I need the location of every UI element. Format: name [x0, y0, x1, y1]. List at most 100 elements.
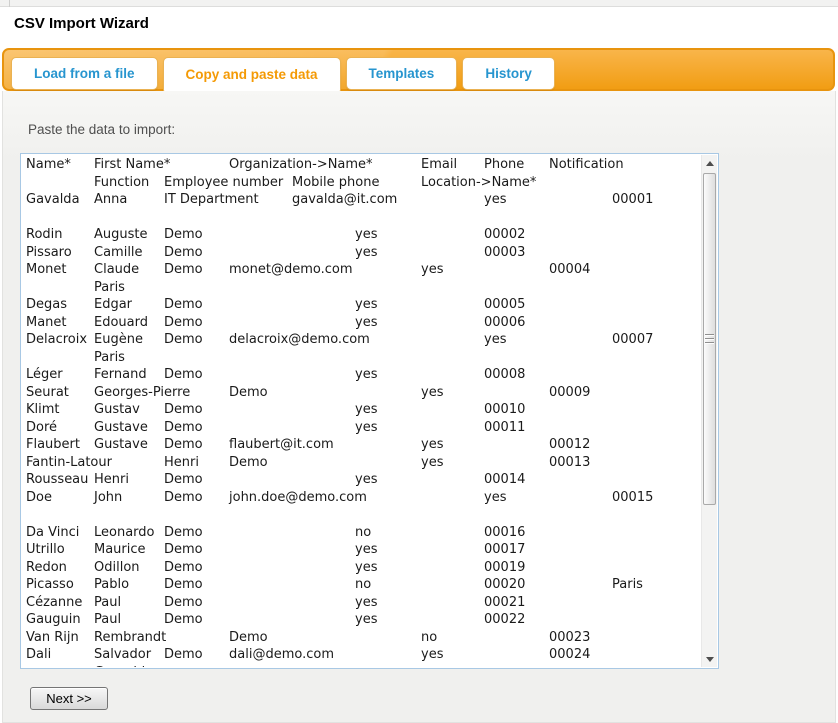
textarea-cell: Delacroix: [26, 332, 87, 347]
textarea-cell: Paul: [94, 595, 121, 610]
textarea-cell: Dali: [26, 647, 51, 662]
textarea-cell: no: [421, 630, 437, 645]
textarea-cell: yes: [421, 455, 443, 470]
textarea-cell: Fantin-Latour: [26, 455, 112, 470]
textarea-cell: yes: [355, 402, 377, 417]
textarea-cell: 00011: [484, 420, 525, 435]
textarea-cell: Manet: [26, 315, 67, 330]
textarea-cell: Notification: [549, 157, 624, 172]
page-title: CSV Import Wizard: [14, 15, 149, 32]
textarea-cell: Gustav: [94, 402, 140, 417]
textarea-cell: First Name*: [94, 157, 170, 172]
top-strip-divider: [9, 0, 10, 7]
textarea-cell: Paris: [94, 350, 125, 365]
textarea-cell: Picasso: [26, 577, 74, 592]
textarea-cell: Anna: [94, 192, 127, 207]
textarea-cell: flaubert@it.com: [229, 437, 334, 452]
triangle-down-icon: [706, 657, 714, 662]
textarea-cell: Gustave: [94, 420, 148, 435]
textarea-cell: yes: [355, 595, 377, 610]
next-button[interactable]: Next >>: [30, 687, 108, 710]
textarea-cell: 00008: [484, 367, 525, 382]
textarea-scrollbar[interactable]: [701, 155, 717, 667]
textarea-cell: Employee number: [164, 175, 283, 190]
scrollbar-thumb[interactable]: [703, 173, 716, 505]
textarea-cell: Organization->Name*: [229, 157, 373, 172]
textarea-cell: yes: [421, 437, 443, 452]
textarea-cell: 00023: [549, 630, 590, 645]
tab-load-from-file[interactable]: Load from a file: [11, 57, 158, 90]
textarea-cell: Demo: [229, 455, 268, 470]
textarea-cell: 00012: [549, 437, 590, 452]
textarea-cell: Paris: [612, 577, 643, 592]
textarea-cell: 00006: [484, 315, 525, 330]
textarea-cell: Demo: [229, 630, 268, 645]
textarea-cell: IT Department: [164, 192, 259, 207]
textarea-cell: Odillon: [94, 560, 140, 575]
textarea-cell: Demo: [164, 262, 203, 277]
textarea-cell: yes: [355, 472, 377, 487]
paste-textarea[interactable]: Name*First Name*Organization->Name*Email…: [20, 153, 719, 669]
textarea-cell: Demo: [164, 402, 203, 417]
textarea-cell: yes: [355, 612, 377, 627]
textarea-cell: Demo: [164, 525, 203, 540]
textarea-cell: 00001: [612, 192, 653, 207]
paste-textarea-content: Name*First Name*Organization->Name*Email…: [22, 155, 700, 667]
textarea-cell: Eugène: [94, 332, 143, 347]
textarea-cell: delacroix@demo.com: [229, 332, 370, 347]
wizard-tab-bar: Load from a file Copy and paste data Tem…: [2, 48, 835, 91]
textarea-cell: Georges-Pierre: [94, 385, 190, 400]
textarea-cell: Flaubert: [26, 437, 80, 452]
textarea-cell: yes: [421, 385, 443, 400]
textarea-cell: Salvador: [94, 647, 151, 662]
scroll-down-button[interactable]: [702, 651, 718, 667]
textarea-cell: Demo: [164, 332, 203, 347]
textarea-cell: yes: [421, 647, 443, 662]
textarea-cell: Demo: [164, 560, 203, 575]
textarea-cell: Rembrandt: [94, 630, 166, 645]
textarea-cell: Demo: [164, 420, 203, 435]
textarea-cell: Name*: [26, 157, 71, 172]
textarea-cell: Location->Name*: [421, 175, 536, 190]
textarea-cell: Mobile phone: [292, 175, 379, 190]
textarea-cell: Demo: [229, 385, 268, 400]
textarea-cell: Function: [94, 175, 149, 190]
textarea-cell: Phone: [484, 157, 524, 172]
textarea-cell: yes: [484, 490, 506, 505]
textarea-cell: 00015: [612, 490, 653, 505]
textarea-cell: Pablo: [94, 577, 129, 592]
tab-copy-and-paste-data[interactable]: Copy and paste data: [163, 57, 341, 92]
textarea-cell: Monet: [26, 262, 67, 277]
textarea-cell: Demo: [164, 577, 203, 592]
textarea-cell: 00014: [484, 472, 525, 487]
textarea-cell: Auguste: [94, 227, 148, 242]
textarea-cell: 00013: [549, 455, 590, 470]
tab-history[interactable]: History: [462, 57, 555, 90]
textarea-cell: Claude: [94, 262, 139, 277]
textarea-cell: 00009: [549, 385, 590, 400]
paste-instruction-label: Paste the data to import:: [28, 122, 175, 137]
top-strip: [0, 0, 838, 7]
tab-templates[interactable]: Templates: [346, 57, 458, 90]
textarea-cell: 00002: [484, 227, 525, 242]
textarea-cell: Demo: [164, 227, 203, 242]
scroll-up-button[interactable]: [702, 155, 718, 171]
textarea-cell: Leonardo: [94, 525, 155, 540]
textarea-cell: Demo: [164, 612, 203, 627]
textarea-cell: Edgar: [94, 297, 132, 312]
textarea-cell: no: [355, 577, 371, 592]
textarea-cell: 00003: [484, 245, 525, 260]
textarea-cell: Gustave: [94, 437, 148, 452]
textarea-cell: 00021: [484, 595, 525, 610]
textarea-cell: Van Rijn: [26, 630, 79, 645]
scrollbar-grip-icon: [705, 334, 714, 344]
textarea-cell: Demo: [164, 595, 203, 610]
textarea-cell: Maurice: [94, 542, 146, 557]
textarea-cell: no: [355, 525, 371, 540]
textarea-cell: Degas: [26, 297, 67, 312]
textarea-cell: yes: [355, 245, 377, 260]
textarea-cell: 00019: [484, 560, 525, 575]
textarea-cell: Da Vinci: [26, 525, 79, 540]
textarea-cell: Doré: [26, 420, 57, 435]
textarea-cell: 00020: [484, 577, 525, 592]
